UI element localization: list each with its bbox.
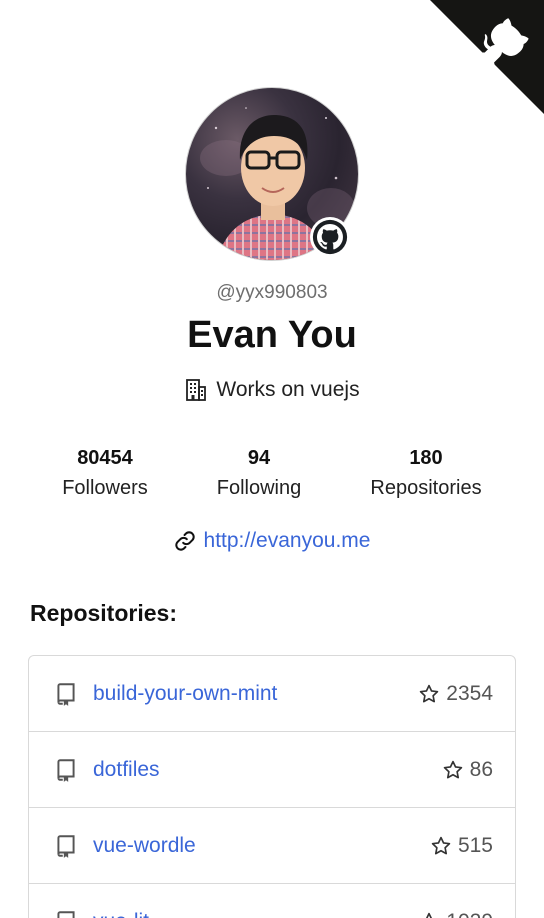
star-icon	[443, 760, 462, 778]
star-value: 2354	[446, 681, 493, 705]
blog-link[interactable]: http://evanyou.me	[204, 529, 371, 553]
stat-value: 94	[247, 447, 271, 469]
repository-list: build-your-own-mint 2354 dotfiles 86 vue…	[28, 655, 516, 918]
avatar-container	[185, 87, 359, 261]
repositories-heading: Repositories:	[30, 600, 177, 626]
repo-book-icon	[57, 758, 75, 782]
stat-following[interactable]: 94 Following	[199, 446, 319, 502]
repo-book-icon	[57, 910, 75, 918]
repository-name[interactable]: dotfiles	[93, 758, 442, 782]
github-icon	[312, 219, 348, 255]
github-corner-icon[interactable]	[430, 0, 544, 114]
repository-item[interactable]: vue-wordle 515	[29, 808, 515, 884]
stat-value: 180	[409, 447, 443, 469]
star-value: 86	[469, 757, 493, 781]
company-info: Works on vuejs	[0, 378, 544, 402]
building-icon	[186, 379, 207, 401]
repository-name[interactable]: build-your-own-mint	[93, 682, 418, 706]
stat-followers[interactable]: 80454 Followers	[45, 446, 165, 502]
profile-stats: 80454 Followers 94 Following 180 Reposit…	[0, 446, 544, 506]
username: @yyx990803	[216, 282, 328, 303]
repository-item[interactable]: dotfiles 86	[29, 732, 515, 808]
stat-label: Following	[216, 477, 302, 499]
stat-label: Followers	[62, 477, 148, 499]
github-badge	[310, 217, 350, 257]
blog-link-row: http://evanyou.me	[0, 529, 544, 553]
star-count: 1029	[418, 910, 493, 918]
repository-name[interactable]: vue-wordle	[93, 834, 430, 858]
link-icon	[174, 531, 195, 551]
star-count: 515	[430, 834, 493, 858]
star-count: 2354	[418, 682, 493, 706]
stat-label: Repositories	[370, 477, 482, 499]
profile-name: Evan You	[187, 314, 357, 356]
stat-value: 80454	[77, 447, 133, 469]
star-count: 86	[442, 758, 493, 782]
star-icon	[431, 836, 451, 854]
repo-book-icon	[57, 834, 75, 858]
repository-name[interactable]: vue-lit	[93, 910, 418, 918]
star-icon	[420, 684, 439, 702]
company-text: Works on vuejs	[216, 378, 360, 401]
star-value: 1029	[446, 910, 493, 918]
repo-book-icon	[57, 682, 75, 706]
stat-repositories[interactable]: 180 Repositories	[356, 446, 496, 502]
profile-page: @yyx990803 Evan You Works on vuejs 80454…	[0, 0, 544, 918]
repository-item[interactable]: build-your-own-mint 2354	[29, 656, 515, 732]
repository-item[interactable]: vue-lit 1029	[29, 884, 515, 918]
star-icon	[423, 912, 435, 918]
star-value: 515	[457, 833, 493, 857]
